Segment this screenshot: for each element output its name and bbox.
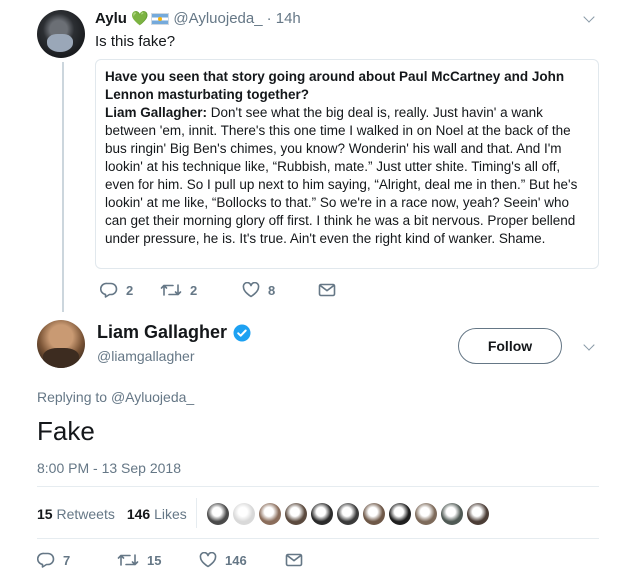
replying-prefix: Replying to [37,389,111,405]
liker-avatar[interactable] [259,503,281,525]
parent-author-name[interactable]: Aylu [95,10,127,27]
retweet-count: 2 [190,282,198,298]
likes-stat-count: 146 [126,506,151,522]
follow-button[interactable]: Follow [458,328,562,364]
like-count: 8 [268,282,276,298]
liker-avatars [207,503,493,525]
direct-message-button[interactable] [318,282,336,298]
retweets-stat-count: 15 [37,506,53,522]
liker-avatar[interactable] [285,503,307,525]
liker-avatar[interactable] [389,503,411,525]
reply-icon [100,282,118,298]
liker-avatar[interactable] [207,503,229,525]
thread-line [62,62,64,312]
parent-tweet-time[interactable]: · 14h [267,10,301,27]
quote-speaker: Liam Gallagher: [105,105,208,120]
main-author-handle[interactable]: @liamgallagher [97,348,194,364]
liker-avatar[interactable] [467,503,489,525]
reply-icon [37,552,55,568]
parent-tweet-actions: 2 2 8 [100,282,336,298]
parent-avatar[interactable] [37,10,85,58]
divider [37,538,599,539]
like-count: 146 [225,552,247,568]
envelope-icon [285,553,303,567]
direct-message-button[interactable] [285,552,303,568]
main-author-name[interactable]: Liam Gallagher [97,322,227,343]
main-tweet-actions: 7 15 146 [37,552,303,568]
quote-body: Liam Gallagher: Don't see what the big d… [105,104,589,248]
parent-tweet-header: Aylu 💚 @Ayluojeda_ · 14h [95,10,301,27]
main-avatar[interactable] [37,320,85,368]
argentina-flag-icon [151,12,170,25]
parent-tweet[interactable]: Aylu 💚 @Ayluojeda_ · 14h Is this fake? H… [0,0,636,312]
reply-count: 7 [63,552,71,568]
quoted-text-card: Have you seen that story going around ab… [95,59,599,269]
liker-avatar[interactable] [363,503,385,525]
quote-title: Have you seen that story going around ab… [105,69,565,102]
retweet-icon [160,284,182,296]
retweet-icon [117,554,139,566]
replying-mention-link[interactable]: @Ayluojeda_ [111,389,194,405]
liker-avatar[interactable] [233,503,255,525]
liker-avatar[interactable] [337,503,359,525]
green-heart-emoji: 💚 [130,10,149,26]
reply-count: 2 [126,282,134,298]
retweet-button[interactable]: 2 [160,282,242,298]
like-button[interactable]: 146 [199,552,285,568]
retweets-stat-label: Retweets [56,506,115,522]
reply-button[interactable]: 2 [100,282,160,298]
verified-badge-icon [233,324,251,341]
tweet-stats: 15 Retweets 146 Likes [37,506,187,522]
stats-separator [196,498,197,528]
retweet-button[interactable]: 15 [117,552,199,568]
parent-tweet-text: Is this fake? [95,33,176,50]
chevron-down-icon[interactable] [582,340,596,354]
liker-avatar[interactable] [415,503,437,525]
envelope-icon [318,283,336,297]
main-tweet-text: Fake [37,416,95,446]
likes-stat[interactable]: 146 Likes [127,506,187,522]
chevron-down-icon[interactable] [582,12,596,26]
like-button[interactable]: 8 [242,282,318,298]
parent-author-handle[interactable]: @Ayluojeda_ [173,10,262,27]
heart-icon [199,552,217,568]
retweet-count: 15 [147,552,162,568]
main-author-row: Liam Gallagher [97,322,251,343]
reply-button[interactable]: 7 [37,552,117,568]
likes-stat-label: Likes [154,506,187,522]
divider [37,486,599,487]
liker-avatar[interactable] [441,503,463,525]
liker-avatar[interactable] [311,503,333,525]
retweets-stat[interactable]: 15 Retweets [37,506,115,522]
main-tweet-timestamp[interactable]: 8:00 PM - 13 Sep 2018 [37,460,181,476]
heart-icon [242,282,260,298]
replying-to: Replying to @Ayluojeda_ [37,389,194,405]
quote-body-text: Don't see what the big deal is, really. … [105,105,578,246]
